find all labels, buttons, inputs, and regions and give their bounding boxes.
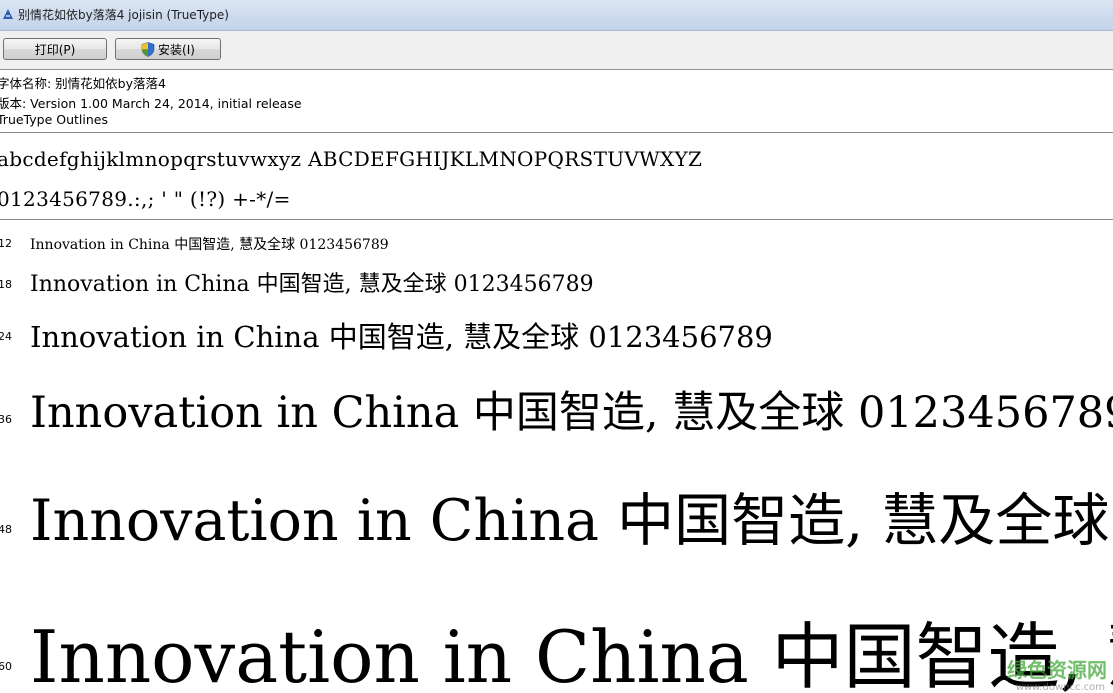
font-version-line: 版本: Version 1.00 March 24, 2014, initial… [0, 96, 302, 111]
sample-text: Innovation in China 中国智造, 慧及全球 012345678… [30, 237, 389, 253]
size-samples-panel: 12 Innovation in China 中国智造, 慧及全球 012345… [0, 220, 1113, 693]
sample-text: Innovation in China 中国智造, 慧及全球 012345678… [30, 388, 1113, 438]
font-viewer-window: 别情花如依by落落4 jojisin (TrueType) 打印(P) 安装(I… [0, 0, 1113, 693]
toolbar: 打印(P) 安装(I) [0, 31, 1113, 70]
font-info-panel: 字体名称: 别情花如依by落落4 版本: Version 1.00 March … [0, 70, 1113, 133]
sample-size-label: 12 [0, 237, 12, 250]
sample-text: Innovation in China 中国智造, 慧及全球 012345678… [30, 615, 1113, 693]
uac-shield-icon [141, 41, 155, 57]
charset-letters: abcdefghijklmnopqrstuvwxyz ABCDEFGHIJKLM… [0, 147, 703, 171]
install-button[interactable]: 安装(I) [115, 38, 221, 60]
font-name-line: 字体名称: 别情花如依by落落4 [0, 76, 166, 91]
font-file-icon [3, 9, 13, 19]
title-bar[interactable]: 别情花如依by落落4 jojisin (TrueType) [0, 0, 1113, 31]
sample-size-label: 18 [0, 278, 12, 291]
sample-size-label: 60 [0, 660, 12, 673]
sample-size-label: 48 [0, 523, 12, 536]
print-button[interactable]: 打印(P) [3, 38, 107, 60]
print-button-label: 打印(P) [34, 42, 76, 57]
character-set-panel: abcdefghijklmnopqrstuvwxyz ABCDEFGHIJKLM… [0, 133, 1113, 220]
sample-text: Innovation in China 中国智造, 慧及全球 012345678… [30, 320, 773, 354]
install-button-label: 安装(I) [158, 42, 195, 57]
watermark-logo: 绿色资源网 [1007, 658, 1107, 682]
font-outlines-line: TrueType Outlines [0, 112, 108, 127]
watermark-url: www.downcc.com [1015, 682, 1105, 693]
sample-size-label: 36 [0, 413, 12, 426]
sample-text: Innovation in China 中国智造, 慧及全球 012345678… [30, 272, 594, 297]
window-title: 别情花如依by落落4 jojisin (TrueType) [18, 8, 229, 22]
charset-digits-symbols: 0123456789.:,; ' " (!?) +-*/= [0, 187, 291, 211]
sample-size-label: 24 [0, 330, 12, 343]
sample-text: Innovation in China 中国智造, 慧及全球 012345678… [30, 488, 1113, 554]
